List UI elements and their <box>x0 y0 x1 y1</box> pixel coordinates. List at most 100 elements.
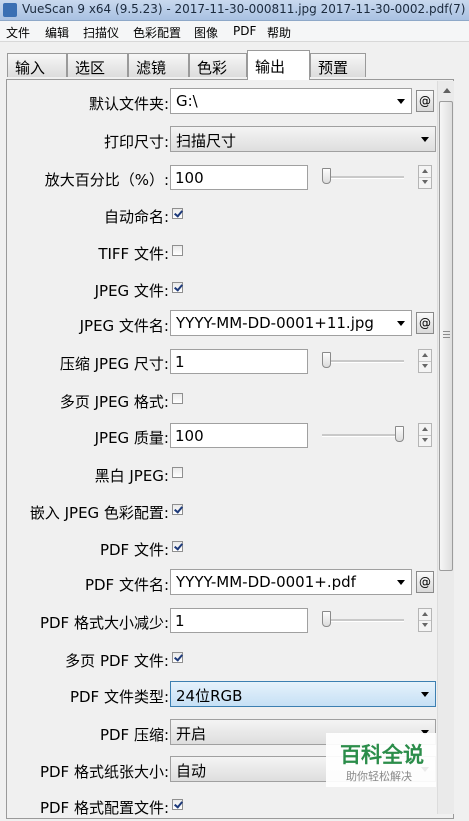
menu-bar: 文件 编辑 扫描仪 色彩配置 图像 PDF 帮助 <box>0 21 469 42</box>
pdf-paper-size-value: 自动 <box>176 762 207 780</box>
chevron-down-icon[interactable] <box>421 692 429 697</box>
bw-jpeg-label: 黑白 JPEG: <box>94 467 169 485</box>
tab-color[interactable]: 色彩 <box>189 53 247 77</box>
pdf-file-name-combo[interactable]: YYYY-MM-DD-0001+.pdf <box>170 569 412 595</box>
pdf-compress-value: 开启 <box>176 725 207 743</box>
jpeg-file-name-browse-button[interactable]: @ <box>416 312 434 334</box>
chevron-down-icon[interactable] <box>397 580 405 585</box>
multipage-jpeg-label: 多页 JPEG 格式: <box>59 393 169 411</box>
grip-line <box>443 337 450 338</box>
row-pdf-profile-file: PDF 格式配置文件: <box>7 791 455 821</box>
embed-jpeg-profile-label: 嵌入 JPEG 色彩配置: <box>29 504 169 522</box>
pdf-paper-size-label: PDF 格式纸张大小: <box>39 763 169 781</box>
pdf-compress-label: PDF 压缩: <box>99 726 169 744</box>
pdf-file-name-browse-button[interactable]: @ <box>416 571 434 593</box>
bw-jpeg-checkbox[interactable] <box>172 467 183 478</box>
pdf-file-checkbox[interactable] <box>172 541 183 552</box>
jpeg-compress-size-value: 1 <box>175 353 185 371</box>
menu-pdf[interactable]: PDF <box>233 24 256 38</box>
pdf-size-reduce-slider-thumb[interactable] <box>322 611 331 627</box>
row-bw-jpeg: 黑白 JPEG: <box>7 459 455 489</box>
magnify-percent-label: 放大百分比（%）: <box>44 171 169 189</box>
pdf-file-name-value: YYYY-MM-DD-0001+.pdf <box>176 573 356 591</box>
jpeg-file-name-combo[interactable]: YYYY-MM-DD-0001+11.jpg <box>170 310 412 336</box>
vertical-scrollbar[interactable] <box>437 81 454 814</box>
tab-filter[interactable]: 滤镜 <box>128 53 189 77</box>
grip-line <box>443 331 450 332</box>
tab-output[interactable]: 输出 <box>247 50 310 80</box>
row-pdf-file-name: PDF 文件名: YYYY-MM-DD-0001+.pdf @ <box>7 568 455 598</box>
multipage-pdf-checkbox[interactable] <box>172 652 183 663</box>
tiff-file-checkbox[interactable] <box>172 245 183 256</box>
menu-scanner[interactable]: 扫描仪 <box>83 24 119 41</box>
chevron-down-icon[interactable] <box>421 137 429 142</box>
pdf-size-reduce-input[interactable]: 1 <box>170 608 308 633</box>
jpeg-file-checkbox[interactable] <box>172 282 183 293</box>
pdf-profile-file-checkbox[interactable] <box>172 799 183 810</box>
jpeg-file-label: JPEG 文件: <box>94 282 169 300</box>
default-folder-combo[interactable]: G:\ <box>170 88 412 114</box>
menu-image[interactable]: 图像 <box>194 24 218 41</box>
row-multipage-pdf: 多页 PDF 文件: <box>7 644 455 674</box>
jpeg-compress-size-slider-thumb[interactable] <box>322 352 331 368</box>
magnify-percent-slider-thumb[interactable] <box>322 168 331 184</box>
row-embed-jpeg-profile: 嵌入 JPEG 色彩配置: <box>7 496 455 526</box>
chevron-down-icon[interactable] <box>397 321 405 326</box>
row-multipage-jpeg: 多页 JPEG 格式: <box>7 385 455 415</box>
watermark-title: 百科全说 <box>340 743 424 767</box>
grip-line <box>443 334 450 335</box>
pdf-size-reduce-value: 1 <box>175 612 185 630</box>
spin-down-icon[interactable] <box>419 620 431 631</box>
magnify-percent-slider[interactable] <box>322 176 404 179</box>
auto-name-label: 自动命名: <box>103 208 169 226</box>
title-bar: VueScan 9 x64 (9.5.23) - 2017-11-30-0008… <box>0 0 469 21</box>
menu-help[interactable]: 帮助 <box>267 24 291 41</box>
menu-edit[interactable]: 编辑 <box>45 24 69 41</box>
jpeg-quality-spinner[interactable] <box>418 423 432 447</box>
chevron-down-icon[interactable] <box>397 99 405 104</box>
auto-name-checkbox[interactable] <box>172 208 183 219</box>
jpeg-compress-size-spinner[interactable] <box>418 349 432 373</box>
embed-jpeg-profile-checkbox[interactable] <box>172 504 183 515</box>
default-folder-value: G:\ <box>176 92 198 110</box>
jpeg-compress-size-slider[interactable] <box>322 360 404 363</box>
jpeg-quality-value: 100 <box>175 427 204 445</box>
tiff-file-label: TIFF 文件: <box>98 245 169 263</box>
tab-prefs[interactable]: 预置 <box>310 53 366 77</box>
multipage-jpeg-checkbox[interactable] <box>172 393 183 404</box>
row-jpeg-file-name: JPEG 文件名: YYYY-MM-DD-0001+11.jpg @ <box>7 309 455 339</box>
spin-down-icon[interactable] <box>419 177 431 188</box>
magnify-percent-input[interactable]: 100 <box>170 165 308 190</box>
pdf-file-name-label: PDF 文件名: <box>84 576 169 594</box>
magnify-percent-spinner[interactable] <box>418 165 432 189</box>
tab-crop[interactable]: 选区 <box>67 53 128 77</box>
multipage-pdf-label: 多页 PDF 文件: <box>65 652 169 670</box>
pdf-file-type-select[interactable]: 24位RGB <box>170 681 436 707</box>
jpeg-file-name-label: JPEG 文件名: <box>79 317 169 335</box>
jpeg-quality-slider[interactable] <box>322 434 404 437</box>
row-pdf-size-reduce: PDF 格式大小减少: 1 <box>7 606 455 636</box>
tab-input[interactable]: 输入 <box>7 53 67 77</box>
output-settings-panel: 默认文件夹: G:\ @ 打印尺寸: 扫描尺寸 放大百分比（%）: 100 自动… <box>6 79 454 819</box>
pdf-size-reduce-spinner[interactable] <box>418 608 432 632</box>
spin-down-icon[interactable] <box>419 361 431 372</box>
menu-color-profile[interactable]: 色彩配置 <box>133 24 181 41</box>
watermark-logo: 百科全说 助你轻松解决 <box>326 733 436 787</box>
jpeg-quality-slider-thumb[interactable] <box>395 426 404 442</box>
default-folder-browse-button[interactable]: @ <box>416 90 434 112</box>
magnify-percent-value: 100 <box>175 169 204 187</box>
row-magnify-percent: 放大百分比（%）: 100 <box>7 163 455 193</box>
jpeg-compress-size-label: 压缩 JPEG 尺寸: <box>59 355 169 373</box>
spin-down-icon[interactable] <box>419 435 431 446</box>
scroll-up-icon[interactable] <box>439 83 454 99</box>
row-jpeg-file: JPEG 文件: <box>7 274 455 304</box>
scrollbar-thumb[interactable] <box>439 101 453 571</box>
jpeg-compress-size-input[interactable]: 1 <box>170 349 308 374</box>
default-folder-label: 默认文件夹: <box>88 95 169 113</box>
jpeg-quality-input[interactable]: 100 <box>170 423 308 448</box>
menu-file[interactable]: 文件 <box>6 24 30 41</box>
vuescan-app-icon <box>3 3 17 17</box>
pdf-size-reduce-slider[interactable] <box>322 619 404 622</box>
print-size-select[interactable]: 扫描尺寸 <box>170 126 436 152</box>
row-jpeg-compress-size: 压缩 JPEG 尺寸: 1 <box>7 347 455 377</box>
